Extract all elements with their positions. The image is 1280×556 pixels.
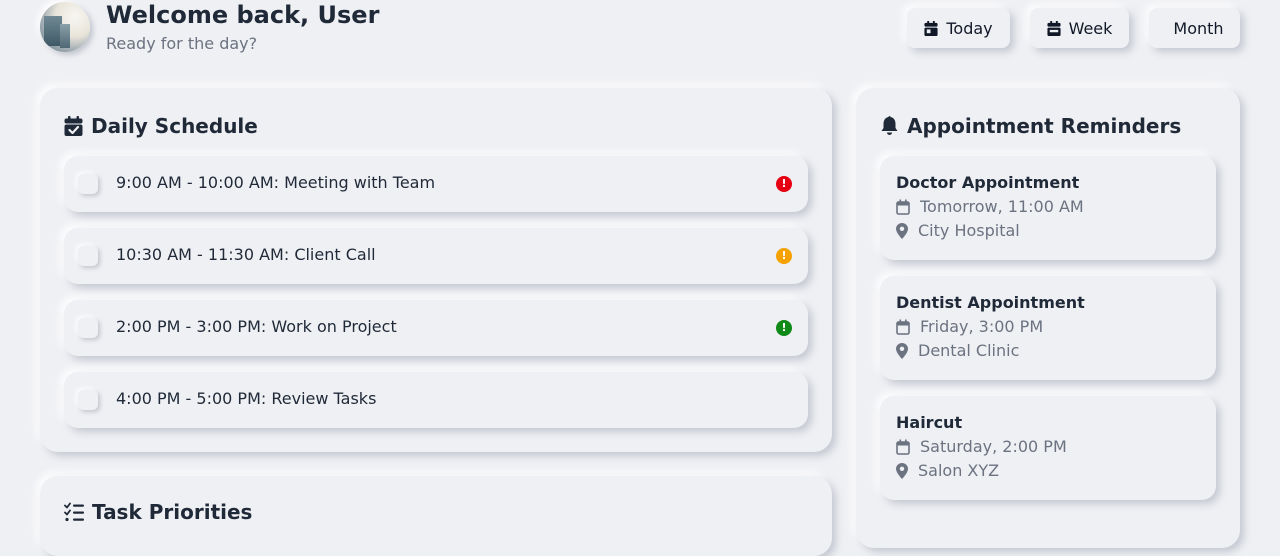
task-checkbox[interactable]: [78, 246, 98, 266]
calendar-icon: [896, 439, 910, 455]
task-priorities-card: Task Priorities: [40, 476, 832, 556]
calendar-check-icon: [64, 116, 83, 136]
appointment-title: Dentist Appointment: [896, 293, 1085, 312]
list-check-icon: [64, 502, 84, 522]
today-view-button[interactable]: Today: [907, 8, 1010, 48]
task-item: 4:00 PM - 5:00 PM: Review Tasks: [64, 372, 808, 428]
task-checkbox[interactable]: [78, 390, 98, 410]
appointment-location: Salon XYZ: [918, 461, 1000, 480]
week-view-label: Week: [1068, 18, 1113, 38]
appointment-time-row: Saturday, 2:00 PM: [896, 437, 1067, 456]
week-view-button[interactable]: Week: [1030, 8, 1129, 48]
daily-schedule-title: Daily Schedule: [91, 114, 258, 138]
header: Welcome back, User Ready for the day? To…: [40, 0, 1240, 60]
calendar-day-icon: [924, 20, 938, 36]
appointment-item[interactable]: Dentist Appointment Friday, 3:00 PM Dent…: [880, 276, 1216, 380]
month-view-button[interactable]: Month: [1149, 8, 1240, 48]
appointment-reminders-card: Appointment Reminders Doctor Appointment…: [856, 88, 1240, 548]
appointment-item[interactable]: Doctor Appointment Tomorrow, 11:00 AM Ci…: [880, 156, 1216, 260]
high-priority-icon: !: [776, 176, 792, 192]
task-priorities-title: Task Priorities: [92, 500, 253, 524]
appointment-item[interactable]: Haircut Saturday, 2:00 PM Salon XYZ: [880, 396, 1216, 500]
page-title: Welcome back, User: [106, 1, 380, 29]
appointment-title: Doctor Appointment: [896, 173, 1080, 192]
appointment-time-row: Tomorrow, 11:00 AM: [896, 197, 1084, 216]
task-checkbox[interactable]: [78, 318, 98, 338]
avatar[interactable]: [40, 2, 90, 52]
daily-schedule-header: Daily Schedule: [64, 114, 258, 138]
appointment-time: Saturday, 2:00 PM: [920, 437, 1067, 456]
today-view-label: Today: [946, 18, 993, 38]
appointment-reminders-header: Appointment Reminders: [880, 114, 1181, 138]
calendar-icon: [896, 199, 910, 215]
avatar-building-shape: [60, 24, 70, 48]
appointment-location: Dental Clinic: [918, 341, 1020, 360]
appointment-title: Haircut: [896, 413, 963, 432]
appointment-reminders-title: Appointment Reminders: [907, 114, 1182, 138]
appointment-time: Friday, 3:00 PM: [920, 317, 1044, 336]
low-priority-icon: !: [776, 320, 792, 336]
map-pin-icon: [896, 222, 908, 239]
calendar-icon: [896, 319, 910, 335]
appointment-location-row: Salon XYZ: [896, 461, 999, 480]
appointment-time-row: Friday, 3:00 PM: [896, 317, 1043, 336]
task-text: 10:30 AM - 11:30 AM: Client Call: [116, 245, 376, 264]
medium-priority-icon: !: [776, 248, 792, 264]
task-checkbox[interactable]: [78, 174, 98, 194]
page-subtitle: Ready for the day?: [106, 34, 258, 53]
task-text: 9:00 AM - 10:00 AM: Meeting with Team: [116, 173, 436, 192]
task-text: 4:00 PM - 5:00 PM: Review Tasks: [116, 389, 377, 408]
task-item: 9:00 AM - 10:00 AM: Meeting with Team !: [64, 156, 808, 212]
task-priorities-header: Task Priorities: [64, 500, 252, 524]
task-item: 2:00 PM - 3:00 PM: Work on Project !: [64, 300, 808, 356]
task-item: 10:30 AM - 11:30 AM: Client Call !: [64, 228, 808, 284]
task-text: 2:00 PM - 3:00 PM: Work on Project: [116, 317, 397, 336]
appointment-time: Tomorrow, 11:00 AM: [920, 197, 1084, 216]
map-pin-icon: [896, 342, 908, 359]
daily-schedule-card: Daily Schedule 9:00 AM - 10:00 AM: Meeti…: [40, 88, 832, 452]
bell-icon: [881, 116, 898, 135]
appointment-location: City Hospital: [918, 221, 1020, 240]
appointment-location-row: Dental Clinic: [896, 341, 1019, 360]
month-view-label: Month: [1173, 18, 1224, 38]
calendar-week-icon: [1047, 20, 1061, 36]
map-pin-icon: [896, 462, 908, 479]
appointment-location-row: City Hospital: [896, 221, 1020, 240]
